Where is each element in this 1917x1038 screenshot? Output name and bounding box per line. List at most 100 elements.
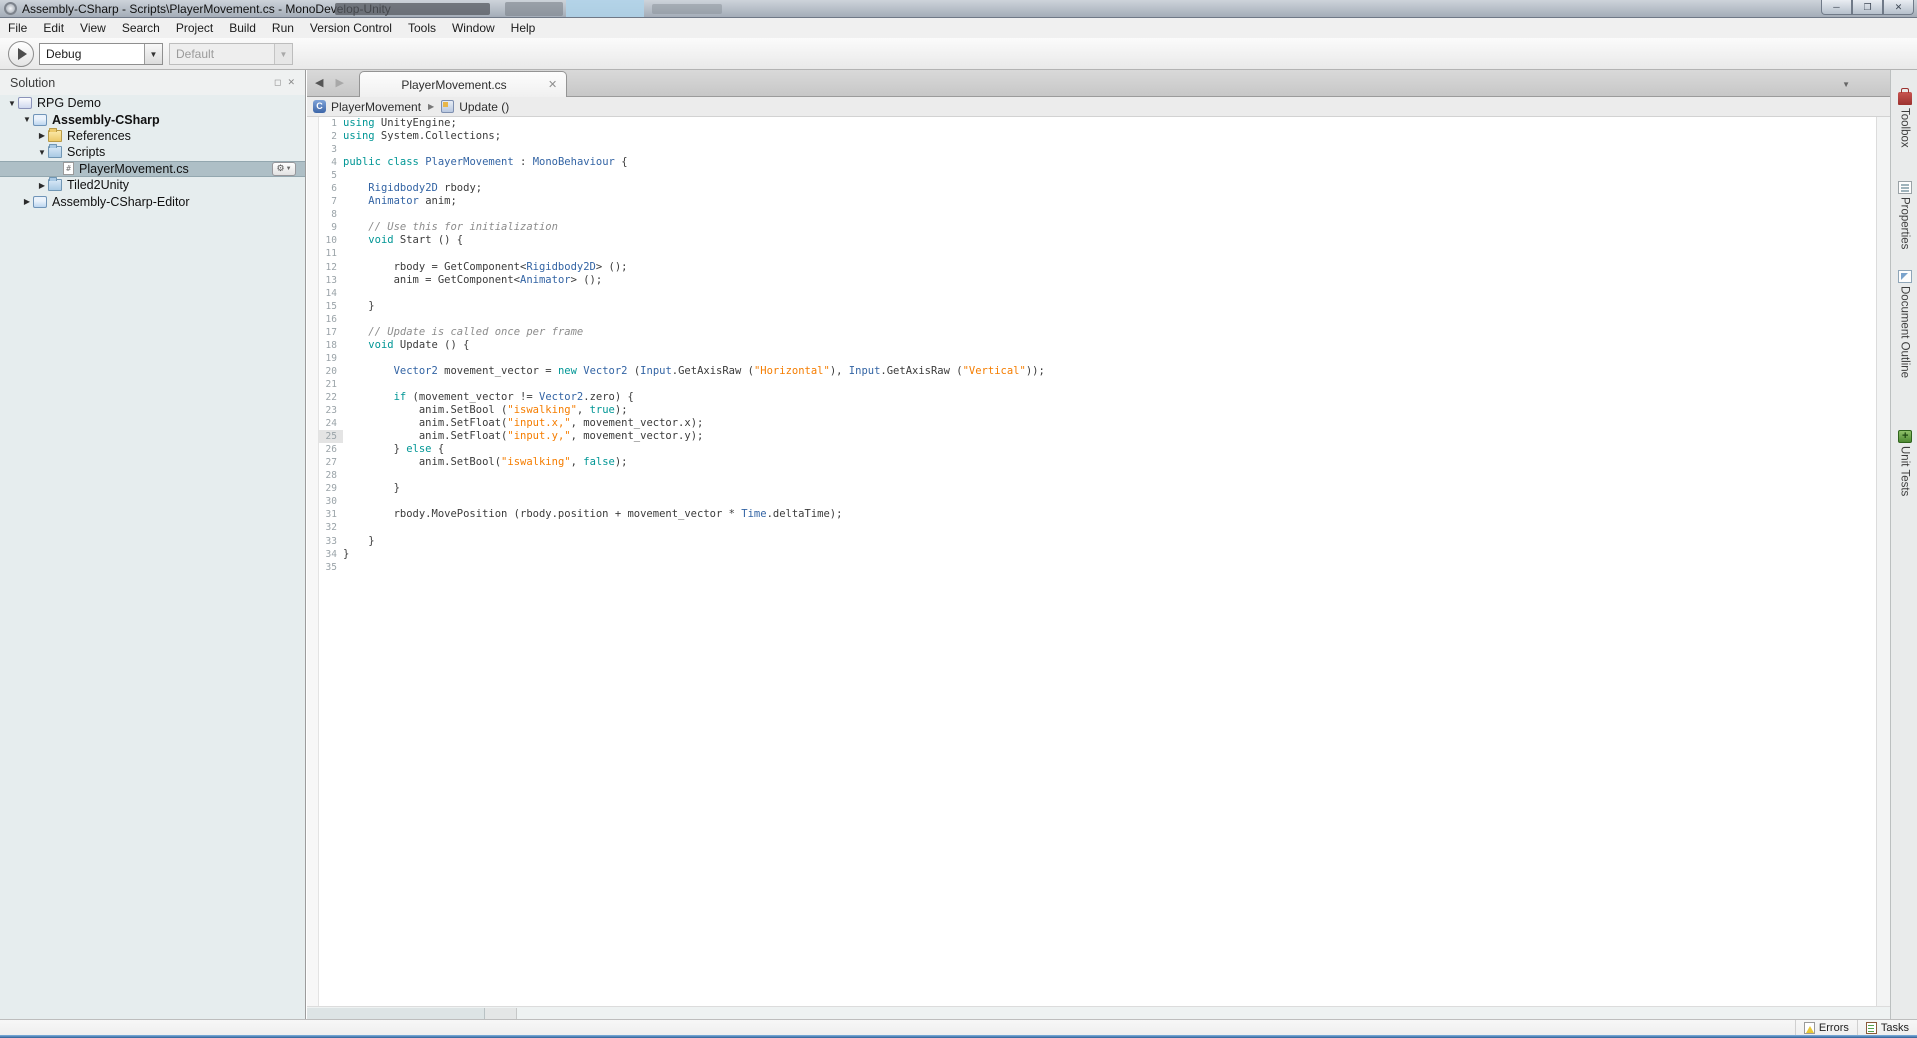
class-icon: C	[313, 100, 326, 113]
code-line[interactable]: 28	[307, 469, 1890, 482]
scrollbar-thumb[interactable]	[307, 1008, 485, 1019]
collapse-icon[interactable]: ▼	[6, 99, 18, 108]
code-line[interactable]: 25 anim.SetFloat("input.y,", movement_ve…	[307, 430, 1890, 444]
pad-tab-toolbox[interactable]: Toolbox	[1891, 88, 1917, 148]
breadcrumb-item-class[interactable]: C PlayerMovement	[313, 100, 421, 114]
errors-icon	[1803, 1021, 1815, 1034]
pad-tab-unit-tests[interactable]: Unit Tests	[1891, 430, 1917, 496]
right-pad-strip: Toolbox Properties Document Outline Unit Te…	[1890, 70, 1917, 1019]
code-line[interactable]: 13 anim = GetComponent<Animator> ();	[307, 274, 1890, 287]
tree-item-rpg-demo[interactable]: ▼ RPG Demo	[0, 95, 305, 111]
code-editor[interactable]: 1 using UnityEngine; 2 using System.Collect…	[307, 117, 1890, 1006]
tree-item-references[interactable]: ▶ References	[0, 127, 305, 144]
code-line[interactable]: 8	[307, 208, 1890, 221]
code-line[interactable]: 16	[307, 313, 1890, 326]
menu-item-search[interactable]: Search	[114, 19, 168, 37]
gutter-icon-margin	[307, 117, 319, 1006]
code-line[interactable]: 1 using UnityEngine;	[307, 117, 1890, 130]
code-line[interactable]: 19	[307, 352, 1890, 365]
code-line[interactable]: 30	[307, 495, 1890, 508]
pad-tab-document-outline[interactable]: Document Outline	[1891, 270, 1917, 378]
code-line[interactable]: 34}	[307, 548, 1890, 561]
dock-icon[interactable]: ◻	[274, 77, 281, 88]
menu-item-tools[interactable]: Tools	[400, 19, 444, 37]
code-line[interactable]: 18 void Update () {	[307, 339, 1890, 352]
code-line[interactable]: 2 using System.Collections;	[307, 130, 1890, 143]
run-configuration-dropdown[interactable]: Debug ▼	[39, 43, 163, 65]
code-line[interactable]: 4 public class PlayerMovement : MonoBehav…	[307, 156, 1890, 169]
code-line[interactable]: 35	[307, 561, 1890, 574]
code-line[interactable]: 7 Animator anim;	[307, 195, 1890, 208]
close-icon[interactable]: ✕	[287, 77, 295, 88]
code-line[interactable]: 21	[307, 378, 1890, 391]
tree-item-tiled2unity[interactable]: ▶ Tiled2Unity	[0, 177, 305, 193]
document-tab[interactable]: PlayerMovement.cs ✕	[359, 71, 567, 97]
code-line[interactable]: 26 } else {	[307, 443, 1890, 456]
code-line[interactable]: 11	[307, 247, 1890, 260]
breadcrumb-separator-icon: ▶	[428, 102, 435, 111]
expand-icon[interactable]: ▶	[21, 197, 33, 206]
menu-item-build[interactable]: Build	[221, 19, 264, 37]
tree-item-playermovement-cs[interactable]: # PlayerMovement.cs ⚙ ▼	[0, 160, 305, 177]
minimize-button[interactable]: ─	[1821, 0, 1852, 15]
tree-item-scripts[interactable]: ▼ Scripts	[0, 144, 305, 160]
code-text: anim.SetBool ("iswalking", true);	[343, 404, 628, 417]
menu-item-run[interactable]: Run	[264, 19, 302, 37]
breadcrumb-item-method[interactable]: Update ()	[441, 100, 509, 114]
document-tabstrip: ◀ ▶ PlayerMovement.cs ✕ ▼	[307, 70, 1890, 97]
code-line[interactable]: 33 }	[307, 535, 1890, 548]
navigate-forward-icon[interactable]: ▶	[335, 76, 343, 89]
tab-overflow-icon[interactable]: ▼	[1842, 80, 1850, 89]
code-line[interactable]: 3	[307, 143, 1890, 156]
code-line[interactable]: 9 // Use this for initialization	[307, 221, 1890, 234]
expand-icon[interactable]: ▶	[36, 131, 48, 140]
menu-item-window[interactable]: Window	[444, 19, 503, 37]
code-line[interactable]: 14	[307, 287, 1890, 300]
run-button[interactable]	[8, 41, 34, 67]
code-line[interactable]: 12 rbody = GetComponent<Rigidbody2D> ();	[307, 261, 1890, 274]
tree-item-assembly-csharp[interactable]: ▼ Assembly-CSharp	[0, 111, 305, 127]
code-line[interactable]: 32	[307, 521, 1890, 534]
navigate-back-icon[interactable]: ◀	[315, 76, 323, 89]
code-line[interactable]: 5	[307, 169, 1890, 182]
code-line[interactable]: 31 rbody.MovePosition (rbody.position + …	[307, 508, 1890, 521]
gear-menu-button[interactable]: ⚙ ▼	[272, 161, 296, 176]
code-line[interactable]: 22 if (movement_vector != Vector2.zero) …	[307, 391, 1890, 404]
code-line[interactable]: 20 Vector2 movement_vector = new Vector2…	[307, 365, 1890, 378]
tree-item-label: Assembly-CSharp-Editor	[52, 194, 190, 209]
menu-item-help[interactable]: Help	[503, 19, 544, 37]
code-line[interactable]: 27 anim.SetBool("iswalking", false);	[307, 456, 1890, 469]
code-text: // Use this for initialization	[368, 221, 558, 234]
pad-tab-properties[interactable]: Properties	[1891, 181, 1917, 249]
collapse-icon[interactable]: ▼	[36, 148, 48, 157]
statusbar-item-errors[interactable]: Errors	[1794, 1020, 1857, 1035]
menu-item-version-control[interactable]: Version Control	[302, 19, 400, 37]
menu-item-edit[interactable]: Edit	[35, 19, 72, 37]
menu-item-view[interactable]: View	[72, 19, 114, 37]
editor-area: ◀ ▶ PlayerMovement.cs ✕ ▼ C PlayerMovemen…	[307, 70, 1890, 1019]
restore-button[interactable]: ❐	[1852, 0, 1883, 15]
code-line[interactable]: 29 }	[307, 482, 1890, 495]
tab-close-icon[interactable]: ✕	[548, 78, 566, 91]
code-line[interactable]: 15 }	[307, 300, 1890, 313]
collapse-icon[interactable]: ▼	[21, 115, 33, 124]
menu-item-file[interactable]: File	[0, 19, 35, 37]
menu-item-project[interactable]: Project	[168, 19, 221, 37]
editor-horizontal-scrollbar[interactable]	[307, 1006, 1890, 1019]
titlebar-artifact	[566, 0, 644, 17]
tree-item-assembly-csharp-editor[interactable]: ▶ Assembly-CSharp-Editor	[0, 193, 305, 209]
code-line[interactable]: 17 // Update is called once per frame	[307, 326, 1890, 339]
close-button[interactable]: ✕	[1883, 0, 1914, 15]
breadcrumb: C PlayerMovement ▶ Update ()	[307, 97, 1890, 117]
code-line[interactable]: 24 anim.SetFloat("input.x,", movement_ve…	[307, 417, 1890, 430]
code-line[interactable]: 6 Rigidbody2D rbody;	[307, 182, 1890, 195]
tree-item-label: Assembly-CSharp	[52, 112, 160, 127]
statusbar-item-tasks[interactable]: Tasks	[1856, 1020, 1917, 1035]
profile-value: Default	[176, 47, 215, 61]
code-line[interactable]: 23 anim.SetBool ("iswalking", true);	[307, 404, 1890, 417]
expand-icon[interactable]: ▶	[36, 181, 48, 190]
editor-vertical-scrollbar[interactable]	[1876, 117, 1890, 1006]
code-line[interactable]: 10 void Start () {	[307, 234, 1890, 247]
run-configuration-value: Debug	[46, 47, 82, 61]
folder-blue-icon	[48, 144, 62, 159]
